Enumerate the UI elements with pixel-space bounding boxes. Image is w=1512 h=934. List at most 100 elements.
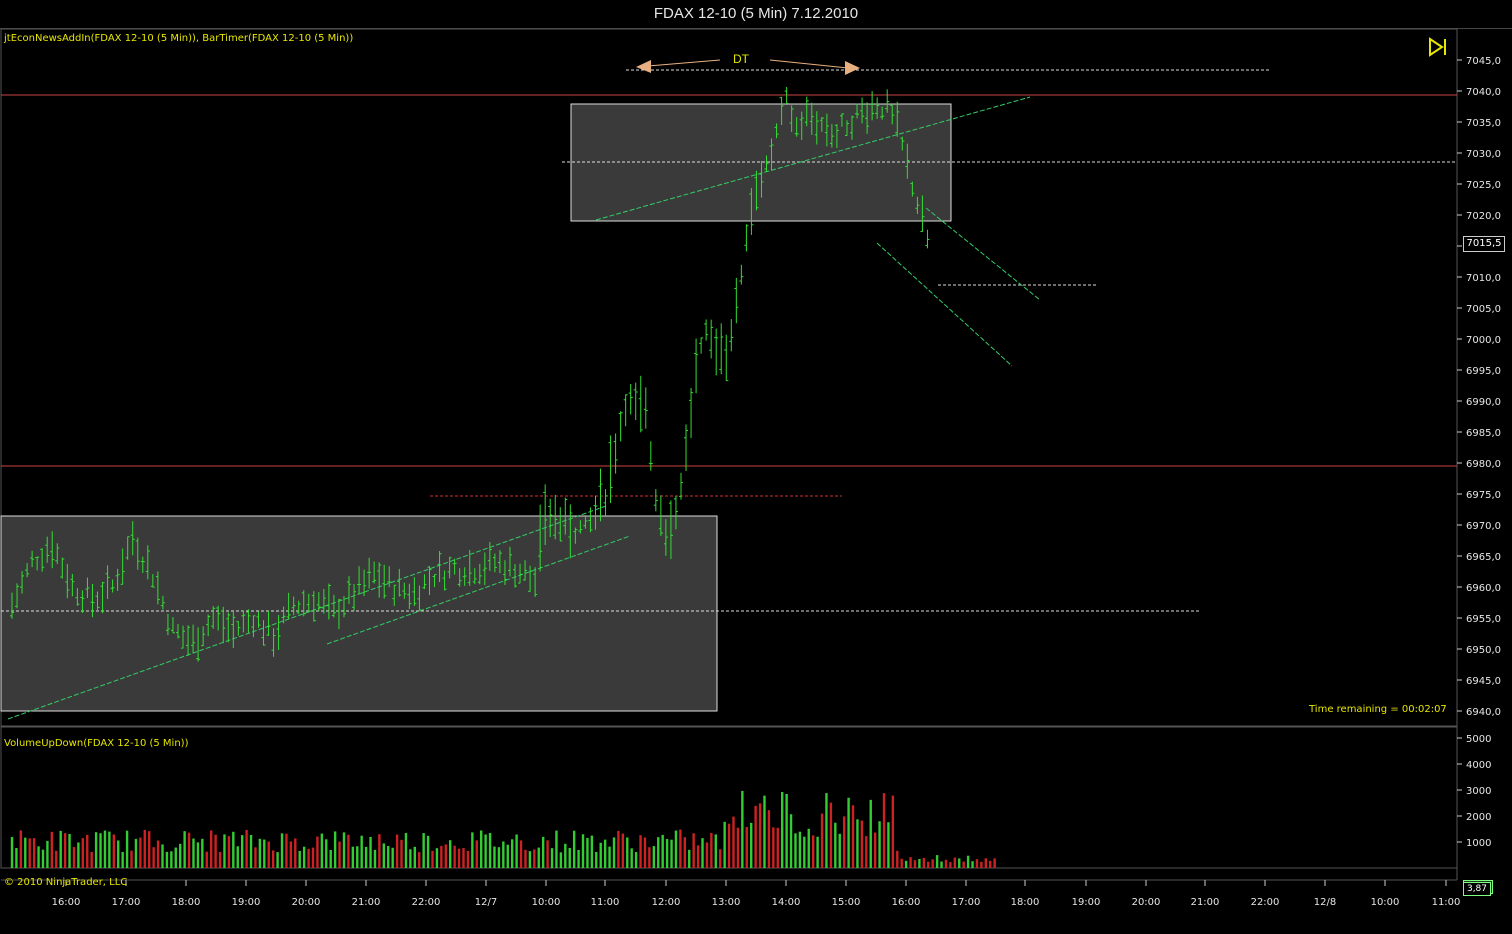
- volume-bar: [891, 795, 895, 868]
- volume-bar: [679, 829, 682, 868]
- price-tick-label: 7020,0: [1466, 211, 1501, 222]
- volume-bar: [820, 813, 824, 868]
- time-tick-label: 22:00: [412, 897, 441, 908]
- volume-bar: [50, 831, 54, 868]
- volume-bar: [179, 843, 182, 868]
- volume-bar: [634, 852, 638, 868]
- volume-bar: [763, 795, 766, 868]
- price-tick-label: 6970,0: [1466, 521, 1501, 532]
- volume-axis: 5000 4000 3000 2000 1000: [1457, 734, 1491, 849]
- volume-bar: [949, 862, 952, 868]
- volume-bar: [648, 847, 651, 868]
- volume-bar: [705, 842, 709, 868]
- volume-tick-label: 4000: [1466, 760, 1491, 771]
- volume-bar: [630, 848, 633, 868]
- dt-label: DT: [733, 52, 750, 66]
- volume-bar: [125, 830, 129, 868]
- volume-bar: [754, 805, 757, 868]
- price-tick-label: 7045,0: [1466, 56, 1501, 67]
- volume-bar: [767, 810, 771, 868]
- volume-bar: [683, 837, 687, 868]
- dt-annotation[interactable]: DT: [636, 52, 860, 75]
- volume-bar: [993, 858, 996, 868]
- time-tick-label: 11:00: [1432, 897, 1461, 908]
- volume-bar: [134, 838, 138, 868]
- volume-bar: [887, 822, 890, 868]
- consolidation-box-lower[interactable]: [0, 515, 718, 712]
- price-chart[interactable]: DT 7045,0 7040,0 7035,0 7030,0 7025,0 7020,0 7…: [0, 0, 1512, 934]
- volume-bar: [958, 858, 961, 868]
- volume-bar: [431, 850, 434, 868]
- volume-bar: [373, 849, 377, 868]
- volume-bar: [209, 830, 213, 868]
- volume-bar: [183, 831, 186, 868]
- volume-bar: [466, 850, 470, 868]
- price-bar: [729, 319, 734, 352]
- time-tick-label: 19:00: [1072, 897, 1101, 908]
- volume-bar: [311, 847, 315, 868]
- volume-bar: [515, 834, 518, 868]
- volume-bar: [364, 846, 368, 868]
- volume-tick-label: 2000: [1466, 812, 1491, 823]
- volume-bar: [541, 836, 545, 868]
- volume-bar: [935, 855, 939, 868]
- time-tick-label: 12:00: [652, 897, 681, 908]
- time-tick-label: 21:00: [1191, 897, 1220, 908]
- volume-bar: [794, 833, 797, 868]
- price-bar: [719, 323, 724, 375]
- volume-bar: [931, 859, 934, 868]
- price-tick-label: 7005,0: [1466, 304, 1501, 315]
- volume-bar: [112, 834, 116, 868]
- price-bar: [714, 328, 719, 376]
- volume-bar: [130, 850, 133, 868]
- time-tick-label: 17:00: [112, 897, 141, 908]
- volume-bar: [68, 833, 71, 868]
- volume-bar: [643, 837, 647, 868]
- volume-bar: [776, 827, 779, 868]
- time-tick-label: 22:00: [1251, 897, 1280, 908]
- volume-tick-label: 5000: [1466, 734, 1491, 745]
- time-axis: 16:00 17:00 18:00 19:00 20:00 21:00 22:00 12/7 1…: [52, 880, 1461, 908]
- volume-bar: [550, 848, 554, 868]
- volume-bar: [878, 821, 881, 868]
- volume-bar: [280, 833, 284, 868]
- price-tick-label: 7025,0: [1466, 180, 1501, 191]
- volume-bar: [444, 844, 447, 868]
- price-bar: [633, 382, 638, 420]
- price-bar: [699, 337, 704, 354]
- price-bar: [643, 387, 648, 429]
- volume-bar: [944, 859, 948, 868]
- volume-bar: [479, 830, 483, 868]
- volume-bar: [41, 849, 45, 868]
- time-tick-label: 16:00: [52, 897, 81, 908]
- volume-bar: [413, 846, 417, 868]
- volume-bar: [975, 859, 979, 868]
- price-bar: [608, 435, 613, 503]
- volume-bar: [940, 861, 943, 868]
- volume-bar: [440, 845, 443, 868]
- volume-bar: [103, 830, 107, 868]
- volume-bar: [90, 851, 93, 868]
- price-tick-label: 6945,0: [1466, 676, 1501, 687]
- volume-bar: [271, 850, 275, 868]
- volume-bar: [298, 850, 301, 868]
- volume-bar: [493, 846, 496, 868]
- volume-bar: [488, 832, 492, 868]
- volume-bar: [674, 830, 678, 868]
- volume-bar: [750, 822, 753, 868]
- volume-bar: [201, 838, 204, 868]
- time-tick-label: 18:00: [1011, 897, 1040, 908]
- volume-bar: [966, 855, 970, 868]
- volume-bar: [267, 841, 270, 868]
- volume-bar: [559, 852, 563, 868]
- volume-bar: [798, 831, 802, 868]
- volume-bar: [865, 836, 868, 868]
- time-tick-label: 21:00: [352, 897, 381, 908]
- volume-bar: [378, 834, 381, 868]
- volume-bar: [727, 823, 731, 868]
- price-tick-label: 6975,0: [1466, 490, 1501, 501]
- volume-bar: [236, 846, 239, 868]
- volume-bar: [156, 840, 160, 868]
- play-to-end-icon[interactable]: [1428, 37, 1448, 57]
- channel-line-upper[interactable]: [925, 207, 1041, 301]
